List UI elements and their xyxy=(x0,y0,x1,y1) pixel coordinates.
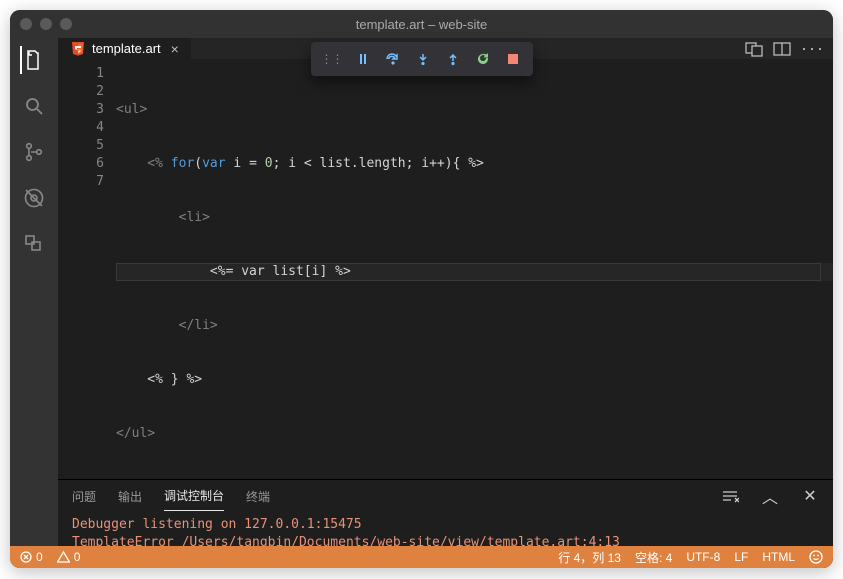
split-editor-icon[interactable] xyxy=(773,40,791,58)
status-encoding[interactable]: UTF-8 xyxy=(686,550,720,564)
code-editor[interactable]: 1 2 3 4 5 6 7 <ul> <% for(var i = 0; i <… xyxy=(58,59,833,479)
activity-bar xyxy=(10,38,58,546)
line-number: 1 xyxy=(58,65,104,83)
tab-output[interactable]: 输出 xyxy=(118,482,142,511)
debug-icon[interactable] xyxy=(20,184,48,212)
titlebar: template.art – web-site xyxy=(10,10,833,38)
extensions-icon[interactable] xyxy=(20,230,48,258)
line-number: 5 xyxy=(58,137,104,155)
pause-button[interactable] xyxy=(349,46,377,72)
search-icon[interactable] xyxy=(20,92,48,120)
compare-changes-icon[interactable] xyxy=(745,40,763,58)
status-eol[interactable]: LF xyxy=(734,550,748,564)
window-title: template.art – web-site xyxy=(10,17,833,32)
explorer-icon[interactable] xyxy=(20,46,48,74)
status-cursor[interactable]: 行 4，列 13 xyxy=(558,549,621,566)
line-number: 7 xyxy=(58,173,104,191)
tab-label: template.art xyxy=(92,41,161,56)
step-over-button[interactable] xyxy=(379,46,407,72)
debug-toolbar[interactable]: ⋮⋮ xyxy=(311,42,533,76)
html5-file-icon xyxy=(70,41,86,57)
line-gutter: 1 2 3 4 5 6 7 xyxy=(58,59,116,479)
feedback-icon[interactable] xyxy=(809,550,823,564)
line-number: 2 xyxy=(58,83,104,101)
line-number: 6 xyxy=(58,155,104,173)
panel-tabs: 问题 输出 调试控制台 终端 ︿ ✕ xyxy=(58,480,833,512)
step-into-button[interactable] xyxy=(409,46,437,72)
step-out-button[interactable] xyxy=(439,46,467,72)
tab-debug-console[interactable]: 调试控制台 xyxy=(164,481,224,511)
clear-console-icon[interactable] xyxy=(721,487,739,505)
line-number: 4 xyxy=(58,119,104,137)
console-line: Debugger listening on 127.0.0.1:15475 xyxy=(72,516,819,534)
tab-template-art[interactable]: template.art × xyxy=(58,38,191,59)
tab-problems[interactable]: 问题 xyxy=(72,482,96,511)
more-actions-icon[interactable]: ··· xyxy=(801,38,825,59)
source-control-icon[interactable] xyxy=(20,138,48,166)
code-content[interactable]: <ul> <% for(var i = 0; i < list.length; … xyxy=(116,59,833,479)
status-warnings[interactable]: 0 xyxy=(57,550,81,564)
status-errors[interactable]: 0 xyxy=(20,550,43,564)
status-indent[interactable]: 空格: 4 xyxy=(635,549,672,566)
stop-button[interactable] xyxy=(499,46,527,72)
tab-terminal[interactable]: 终端 xyxy=(246,482,270,511)
main-area: template.art × ··· 1 2 xyxy=(58,38,833,546)
line-number: 3 xyxy=(58,101,104,119)
panel-close-icon[interactable]: ✕ xyxy=(801,487,819,505)
window: template.art – web-site ⋮⋮ xyxy=(10,10,833,568)
panel-maximize-icon[interactable]: ︿ xyxy=(761,487,779,505)
status-language[interactable]: HTML xyxy=(762,550,795,564)
tab-close-icon[interactable]: × xyxy=(171,41,179,57)
restart-button[interactable] xyxy=(469,46,497,72)
status-bar: 0 0 行 4，列 13 空格: 4 UTF-8 LF HTML xyxy=(10,546,833,568)
editor-actions: ··· xyxy=(745,38,833,59)
drag-handle-icon[interactable]: ⋮⋮ xyxy=(317,52,347,66)
